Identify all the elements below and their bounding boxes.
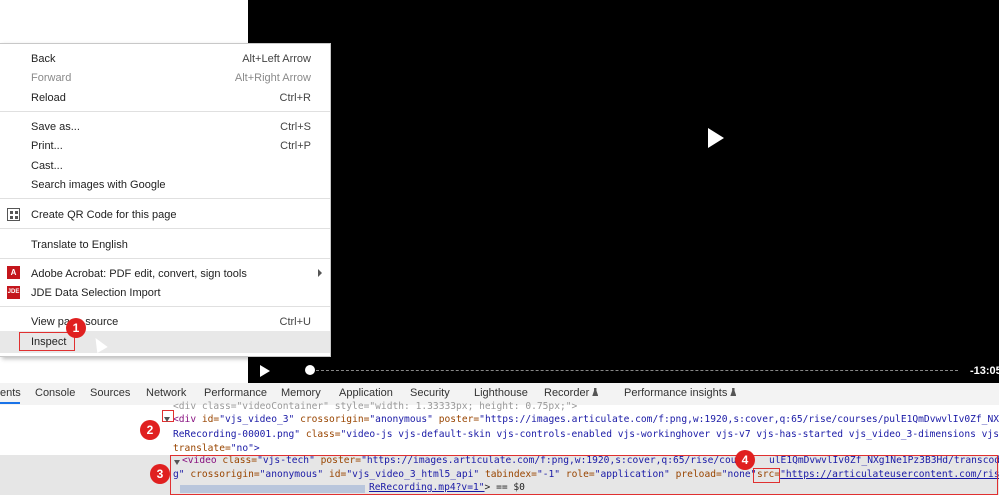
play-button-icon[interactable] xyxy=(260,365,270,377)
dom-node-div[interactable]: <div id="vjs_video_3" crossorigin="anony… xyxy=(173,414,999,425)
video-player[interactable]: -13:05 xyxy=(248,0,999,383)
expand-triangle-icon[interactable] xyxy=(164,414,172,425)
code-line: <div class="videoContainer" style="width… xyxy=(173,401,578,412)
menu-item-qr-code[interactable]: Create QR Code for this page xyxy=(31,206,311,224)
experimental-flask-icon xyxy=(592,388,599,396)
code-line: ReRecording-00001.png" class="video-js v… xyxy=(173,429,999,440)
tab-elements[interactable]: ents xyxy=(0,387,21,399)
menu-item-shortcut: Ctrl+S xyxy=(280,121,311,133)
tab-lighthouse[interactable]: Lighthouse xyxy=(474,387,528,399)
experimental-flask-icon xyxy=(730,388,737,396)
acrobat-pdf-icon: A xyxy=(7,266,20,279)
tab-application[interactable]: Application xyxy=(339,387,393,399)
menu-item-back[interactable]: Back Alt+Left Arrow xyxy=(31,50,311,68)
tab-performance[interactable]: Performance xyxy=(204,387,267,399)
menu-item-label: Search images with Google xyxy=(31,179,166,191)
tab-sources[interactable]: Sources xyxy=(90,387,130,399)
code-value: ReRecording-00001.png" xyxy=(173,429,301,440)
step-badge-4: 4 xyxy=(735,450,755,470)
play-overlay-icon[interactable] xyxy=(708,128,724,148)
tab-performance-insights[interactable]: Performance insights xyxy=(624,387,737,399)
time-remaining: -13:05 xyxy=(970,365,999,377)
menu-item-shortcut: Ctrl+P xyxy=(280,140,311,152)
tab-label: Recorder xyxy=(544,387,590,399)
video-node-highlight-box xyxy=(170,455,998,495)
code-line: translate="no"> xyxy=(173,443,260,454)
tab-console[interactable]: Console xyxy=(35,387,75,399)
menu-separator xyxy=(0,228,330,229)
menu-item-label: Print... xyxy=(31,140,63,152)
menu-item-print[interactable]: Print... Ctrl+P xyxy=(31,137,311,155)
qr-code-icon xyxy=(7,208,20,221)
code-value: "video-js vjs-default-skin vjs-controls-… xyxy=(340,429,999,440)
tab-security[interactable]: Security xyxy=(410,387,450,399)
jde-icon: JDE xyxy=(7,286,20,299)
context-menu: Back Alt+Left Arrow Forward Alt+Right Ar… xyxy=(0,43,331,357)
step-badge-3: 3 xyxy=(150,464,170,484)
menu-item-label: Save as... xyxy=(31,121,80,133)
menu-item-label: Translate to English xyxy=(31,239,128,251)
menu-item-search-images[interactable]: Search images with Google xyxy=(31,176,311,194)
menu-item-label: Adobe Acrobat: PDF edit, convert, sign t… xyxy=(31,268,247,280)
menu-separator xyxy=(0,306,330,307)
tab-memory[interactable]: Memory xyxy=(281,387,321,399)
menu-item-reload[interactable]: Reload Ctrl+R xyxy=(31,89,311,107)
menu-item-forward[interactable]: Forward Alt+Right Arrow xyxy=(31,69,311,87)
code-value: "no"> xyxy=(230,443,260,454)
tab-recorder[interactable]: Recorder xyxy=(544,387,599,399)
inspect-highlight-box xyxy=(19,332,75,351)
menu-item-label: Forward xyxy=(31,72,72,84)
tab-label: Performance insights xyxy=(624,387,728,399)
menu-item-shortcut: Alt+Left Arrow xyxy=(242,53,311,65)
menu-separator xyxy=(0,111,330,112)
code-value: "https://images.articulate.com/f:png,w:1… xyxy=(479,414,999,425)
menu-item-acrobat[interactable]: Adobe Acrobat: PDF edit, convert, sign t… xyxy=(31,265,311,283)
code-tag: <div xyxy=(173,414,197,425)
code-value: "vjs_video_3" xyxy=(219,414,295,425)
menu-item-jde-import[interactable]: JDE Data Selection Import xyxy=(31,284,311,302)
code-value: "anonymous" xyxy=(369,414,433,425)
code-attr: poster= xyxy=(432,414,480,425)
menu-item-translate[interactable]: Translate to English xyxy=(31,236,311,254)
code-attr: crossorigin= xyxy=(294,414,370,425)
menu-separator xyxy=(0,258,330,259)
code-attr: translate= xyxy=(173,443,231,454)
step-badge-2: 2 xyxy=(140,420,160,440)
menu-item-label: Reload xyxy=(31,92,66,104)
menu-item-save-as[interactable]: Save as... Ctrl+S xyxy=(31,118,311,136)
menu-item-shortcut: Ctrl+R xyxy=(279,92,311,104)
submenu-arrow-icon xyxy=(318,269,322,277)
menu-item-shortcut: Ctrl+U xyxy=(279,316,311,328)
code-attr: class= xyxy=(300,429,341,440)
progress-handle[interactable] xyxy=(305,365,315,375)
menu-item-label: Create QR Code for this page xyxy=(31,209,177,221)
menu-item-label: Back xyxy=(31,53,56,65)
code-attr: id= xyxy=(196,414,220,425)
menu-item-cast[interactable]: Cast... xyxy=(31,157,311,175)
menu-item-label: JDE Data Selection Import xyxy=(31,287,161,299)
active-tab-indicator xyxy=(0,402,20,404)
menu-item-shortcut: Alt+Right Arrow xyxy=(234,72,311,84)
progress-bar[interactable] xyxy=(306,370,958,371)
tab-network[interactable]: Network xyxy=(146,387,186,399)
step-badge-1: 1 xyxy=(66,318,86,338)
menu-separator xyxy=(0,198,330,199)
menu-item-label: Cast... xyxy=(31,160,63,172)
